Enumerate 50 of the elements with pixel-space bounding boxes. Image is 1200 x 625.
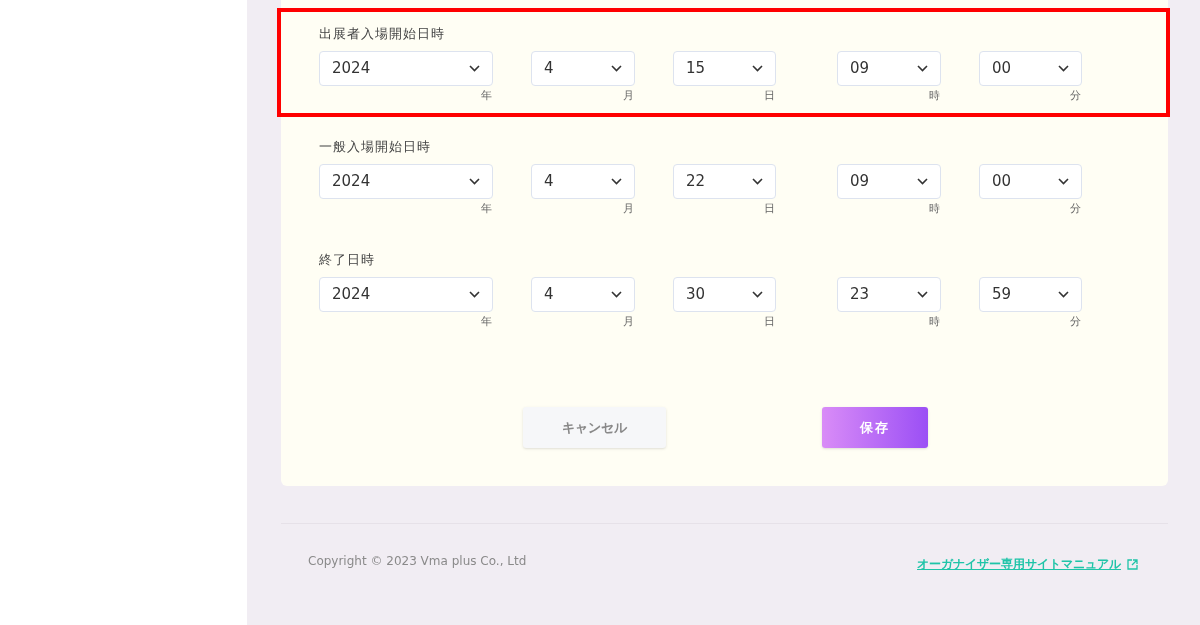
select-field[interactable]: 4 [531,164,635,199]
unit-label: 時 [929,88,940,104]
copyright-text: Copyright © 2023 Vma plus Co., Ltd [308,553,527,570]
chevron-down-icon [611,178,622,185]
select-field[interactable]: 09 [837,51,941,86]
select-field[interactable]: 23 [837,277,941,312]
chevron-down-icon [752,291,763,298]
external-link-icon [1127,558,1138,570]
chevron-down-icon [917,178,928,185]
select-field[interactable]: 09 [837,164,941,199]
select-field[interactable]: 2024 [319,277,493,312]
select-field[interactable]: 2024 [319,51,493,86]
chevron-down-icon [469,291,480,298]
unit-label: 日 [764,88,775,104]
unit-label: 年 [481,201,492,217]
field-label: 終了日時 [319,251,376,269]
select-field[interactable]: 30 [673,277,776,312]
unit-label: 分 [1070,201,1081,217]
select-field[interactable]: 00 [979,164,1082,199]
chevron-down-icon [469,65,480,72]
field-label: 一般入場開始日時 [319,138,432,156]
unit-label: 時 [929,314,940,330]
chevron-down-icon [611,291,622,298]
unit-label: 年 [481,88,492,104]
chevron-down-icon [1058,291,1069,298]
chevron-down-icon [917,291,928,298]
unit-label: 月 [623,88,634,104]
unit-label: 日 [764,314,775,330]
select-field[interactable]: 59 [979,277,1082,312]
select-field[interactable]: 2024 [319,164,493,199]
chevron-down-icon [469,178,480,185]
unit-label: 分 [1070,88,1081,104]
unit-label: 年 [481,314,492,330]
chevron-down-icon [917,65,928,72]
select-field[interactable]: 4 [531,277,635,312]
unit-label: 時 [929,201,940,217]
unit-label: 月 [623,314,634,330]
select-field[interactable]: 22 [673,164,776,199]
unit-label: 分 [1070,314,1081,330]
unit-label: 日 [764,201,775,217]
chevron-down-icon [752,178,763,185]
chevron-down-icon [752,65,763,72]
field-label: 出展者入場開始日時 [319,25,446,43]
unit-label: 月 [623,201,634,217]
chevron-down-icon [611,65,622,72]
chevron-down-icon [1058,178,1069,185]
select-field[interactable]: 15 [673,51,776,86]
select-field[interactable]: 00 [979,51,1082,86]
chevron-down-icon [1058,65,1069,72]
select-field[interactable]: 4 [531,51,635,86]
